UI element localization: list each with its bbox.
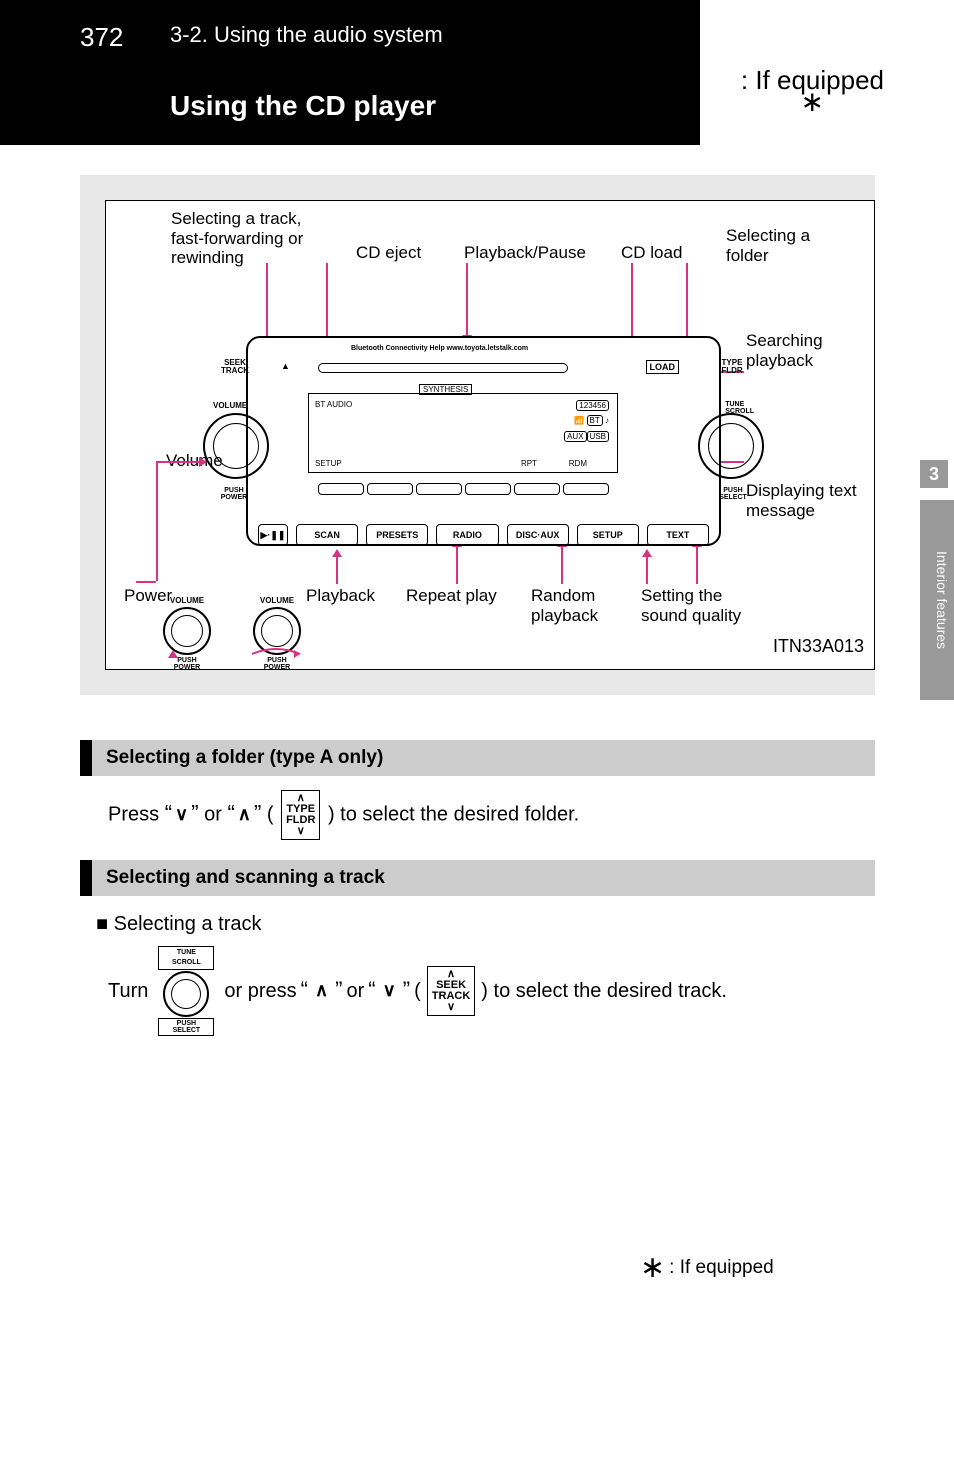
synthesis-label: SYNTHESIS [419,384,472,395]
callout-search: Searching playback [746,331,866,370]
cd-slot [318,363,568,373]
or-word-2: or [346,977,364,1005]
figure-inner: Selecting a track, fast-forwarding or re… [105,200,875,670]
radio-button[interactable]: RADIO [436,524,498,546]
stereo-display: BT AUDIO SYNTHESIS 123456 📶 BT ♪ AUXUSB … [308,393,618,473]
footnote: ∗: If equipped [640,1250,875,1285]
inset-power-label-1: PUSH POWER [156,657,218,671]
open-paren-2: ( [414,977,421,1005]
figure-id: ITN33A013 [773,636,864,657]
presets-button[interactable]: PRESETS [366,524,428,546]
bt-signal-icon: 📶 BT ♪ [574,416,609,425]
seek-track-button-inline[interactable]: ∧SEEK TRACK∨ [427,966,476,1016]
open-paren: ( [267,803,274,825]
footnote-text: : If equipped [669,1257,774,1278]
tune-knob-inline[interactable]: TUNE SCROLL PUSH SELECT [158,946,214,1036]
section-track-body: ■ Selecting a track Turn TUNE SCROLL PUS… [80,896,875,1036]
callout-playpause: Playback/Pause [464,243,586,263]
folder-text-1: Press [108,803,165,825]
text-button[interactable]: TEXT [647,524,709,546]
rpt-label: RPT [521,459,537,468]
rdm-label: RDM [569,459,587,468]
track-press: or press [224,977,296,1005]
inset-knob-2: VOLUME PUSH POWER [246,596,308,671]
chev-down-icon: ∨ [172,802,191,827]
inset-volume-label-2: VOLUME [246,596,308,605]
push-select-label: PUSH SELECT [705,486,761,502]
callout-playback: Playback [306,586,375,606]
figure-wrap: Selecting a track, fast-forwarding or re… [80,175,875,695]
track-close: ) to select the desired track. [481,977,727,1005]
preset-row[interactable] [318,483,613,501]
stereo-panel: SEEK TRACK VOLUME PUSH POWER TYPE FLDR T… [246,336,721,546]
if-equipped-note: : If equipped [741,65,884,96]
tune-scroll-label: TUNE SCROLL [722,400,757,416]
eject-icon[interactable]: ▲ [278,360,293,372]
page-title: Using the CD player [170,90,436,122]
callout-folder: Selecting a folder [726,226,846,265]
breadcrumb: 3-2. Using the audio system [170,22,443,48]
disc-num-icon: 123456 [576,400,609,411]
playpause-button[interactable]: ▶·❚❚ [258,524,288,546]
inset-knob-1: VOLUME PUSH POWER [156,596,218,671]
inset-volume-label-1: VOLUME [156,596,218,605]
callout-eject: CD eject [356,243,421,263]
push-power-label: PUSH POWER [206,486,262,502]
or-word: or [204,803,227,825]
folder-text-2: ) to select the desired folder. [328,803,579,825]
bt-help-label: Bluetooth Connectivity Help www.toyota.l… [348,344,531,353]
usb-label: USB [587,431,609,442]
side-tab-label: Interior features [924,510,950,690]
page-number: 372 [80,22,123,53]
section-track: Selecting and scanning a track ■ Selecti… [80,860,875,1036]
callout-load: CD load [621,243,682,263]
load-button[interactable]: LOAD [646,360,680,374]
scan-button[interactable]: SCAN [296,524,358,546]
chev-up-icon-2: ∧ [312,978,331,1003]
bt-audio-label: BT AUDIO [315,400,352,409]
volume-knob[interactable] [203,413,269,479]
volume-label: VOLUME [210,400,250,411]
tune-top-label: TUNE SCROLL [158,946,214,970]
setup-button[interactable]: SETUP [577,524,639,546]
type-fldr-button-inline[interactable]: ∧TYPE FLDR∨ [281,790,320,840]
disc-aux-button[interactable]: DISC·AUX [507,524,569,546]
section-track-title: Selecting and scanning a track [80,860,875,896]
callout-setup: Setting the sound quality [641,586,771,625]
asterisk-icon-2: ∗ [640,1251,665,1284]
section-folder: Selecting a folder (type A only) Press “… [80,740,875,840]
chev-up-icon: ∧ [235,802,254,827]
section-folder-title: Selecting a folder (type A only) [80,740,875,776]
track-turn: Turn [108,977,148,1005]
side-chapter-num: 3 [920,460,948,488]
aux-label: AUX [564,431,586,442]
side-tab: Interior features [920,500,954,700]
setup-display-label: SETUP [315,459,342,468]
chev-down-icon-2: ∨ [380,978,399,1003]
tune-knob[interactable] [698,413,764,479]
bottom-button-row: ▶·❚❚ SCAN PRESETS RADIO DISC·AUX SETUP T… [248,522,719,548]
seek-track-label: SEEK TRACK [210,358,260,376]
callout-repeat: Repeat play [406,586,497,606]
track-sub: Selecting a track [114,913,262,935]
tune-bot-label: PUSH SELECT [158,1018,214,1036]
type-fldr-label: TYPE FLDR [707,358,757,376]
callout-seek: Selecting a track, fast-forwarding or re… [171,209,331,268]
callout-text-msg: Displaying text message [746,481,876,520]
callout-random: Random playback [531,586,598,625]
section-folder-body: Press “∨” or “∧” ( ∧TYPE FLDR∨ ) to sele… [80,776,875,840]
